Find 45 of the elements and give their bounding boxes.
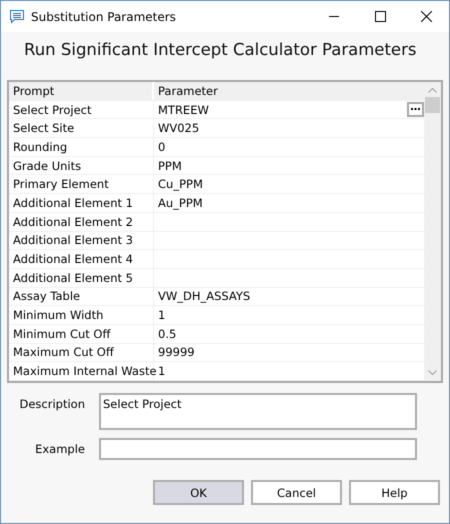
message-icon: [9, 8, 25, 24]
parameter-cell[interactable]: PPM: [154, 156, 424, 174]
scroll-up-icon[interactable]: [428, 87, 437, 93]
parameter-cell[interactable]: 0: [154, 138, 424, 156]
parameter-cell[interactable]: Au_PPM: [154, 194, 424, 212]
prompt-cell: Additional Element 5: [9, 268, 154, 287]
prompt-cell: Primary Element: [9, 175, 154, 194]
parameter-cell[interactable]: MTREEW: [154, 100, 424, 118]
parameter-cell[interactable]: Cu_PPM: [154, 175, 424, 194]
prompt-cell: Additional Element 2: [9, 212, 154, 230]
prompt-cell: Additional Element 1: [9, 194, 154, 212]
column-header: Prompt: [9, 82, 154, 100]
example-label: Example: [34, 442, 85, 456]
prompt-cell: Assay Table: [9, 288, 154, 306]
maximize-icon: [374, 11, 386, 22]
scroll-down-icon[interactable]: [428, 370, 437, 376]
description-field[interactable]: Select Project: [99, 393, 417, 430]
prompt-cell: Maximum Cut Off: [9, 344, 154, 362]
parameter-cell[interactable]: 99999: [154, 344, 424, 362]
prompt-cell: Rounding: [9, 138, 154, 156]
scroll-thumb[interactable]: [425, 97, 440, 113]
scrollbar[interactable]: [424, 82, 441, 381]
prompt-cell: Minimum Cut Off: [9, 324, 154, 343]
dialog-button[interactable]: Cancel: [251, 480, 342, 505]
parameter-cell[interactable]: 0.5: [154, 324, 424, 343]
description-label: Description: [18, 397, 85, 411]
prompt-cell: Grade Units: [9, 156, 154, 174]
prompt-cell: Select Project: [9, 100, 154, 118]
column-header: Parameter: [154, 82, 424, 100]
parameter-cell[interactable]: 1: [154, 306, 424, 324]
browse-button[interactable]: [407, 102, 424, 118]
prompt-cell: Additional Element 4: [9, 250, 154, 268]
window-title: Substitution Parameters: [31, 10, 177, 24]
dialog-heading: Run Significant Intercept Calculator Parameters: [24, 40, 418, 61]
example-field[interactable]: [99, 438, 417, 460]
prompt-cell: Select Site: [9, 119, 154, 138]
prompt-cell: Maximum Internal Waste: [9, 362, 154, 380]
ellipsis-icon: [411, 108, 420, 112]
dialog-button[interactable]: Help: [349, 480, 440, 505]
parameter-cell[interactable]: VW_DH_ASSAYS: [154, 288, 424, 306]
prompt-cell: Additional Element 3: [9, 232, 154, 250]
parameter-cell[interactable]: WV025: [154, 119, 424, 138]
prompt-cell: Minimum Width: [9, 306, 154, 324]
close-icon: [420, 11, 432, 22]
dialog-button[interactable]: OK: [153, 480, 244, 505]
